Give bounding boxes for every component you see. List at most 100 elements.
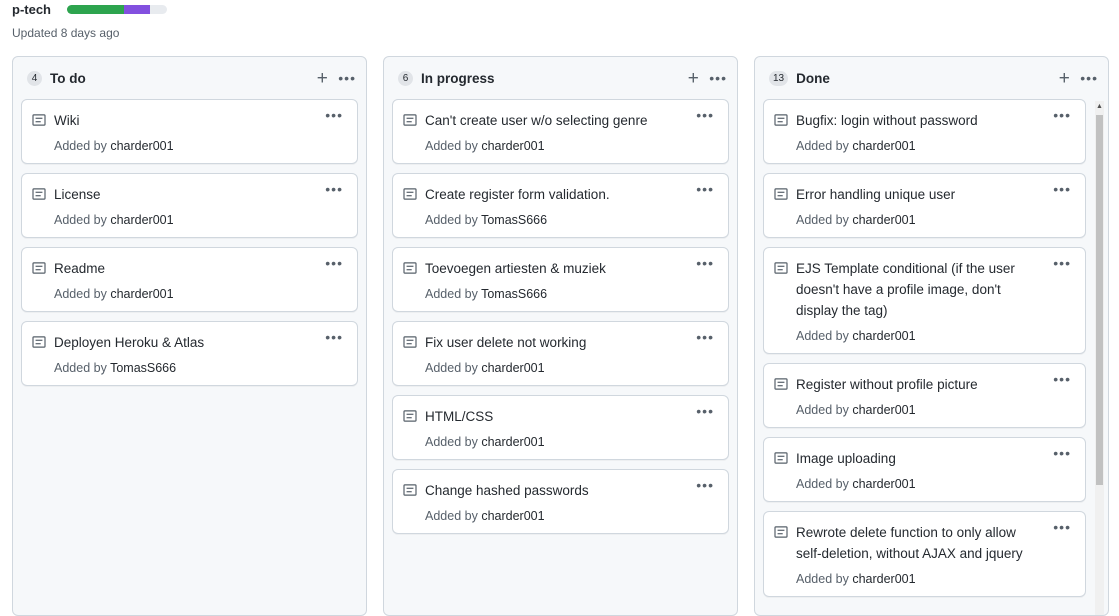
card-title: Readme [54,261,106,276]
card-meta: Added by TomasS666 [425,212,688,228]
note-card[interactable]: Wiki Added by charder001 ••• [21,99,358,164]
scrollbar-thumb[interactable] [1096,115,1103,485]
kebab-menu-icon[interactable]: ••• [325,107,343,123]
note-card[interactable]: License Added by charder001 ••• [21,173,358,238]
kebab-menu-icon[interactable]: ••• [338,70,356,86]
card-author[interactable]: charder001 [852,213,915,227]
card-meta: Added by charder001 [796,402,1045,418]
card-author[interactable]: charder001 [110,287,173,301]
note-card[interactable]: Create register form validation. Added by… [392,173,729,238]
note-icon [403,409,417,422]
kebab-menu-icon[interactable]: ••• [1053,107,1071,123]
kebab-menu-icon[interactable]: ••• [1053,371,1071,387]
added-by-label: Added by [796,213,849,227]
progress-done-segment [67,4,124,14]
kebab-menu-icon[interactable]: ••• [696,477,714,493]
card-title: Register without profile picture [796,377,978,392]
note-card[interactable]: HTML/CSS Added by charder001 ••• [392,395,729,460]
kebab-menu-icon[interactable]: ••• [1080,70,1098,86]
card-author[interactable]: charder001 [852,403,915,417]
note-card[interactable]: Bugfix: login without password Added by c… [763,99,1086,164]
card-meta: Added by TomasS666 [54,360,317,376]
note-card[interactable]: Fix user delete not working Added by char… [392,321,729,386]
card-title: License [54,187,101,202]
note-card[interactable]: Error handling unique user Added by chard… [763,173,1086,238]
card-author[interactable]: charder001 [852,572,915,586]
note-card[interactable]: Change hashed passwords Added by charder0… [392,469,729,534]
kebab-menu-icon[interactable]: ••• [1053,181,1071,197]
card-meta: Added by charder001 [425,434,688,450]
column-card-count: 6 [398,70,413,86]
card-author[interactable]: charder001 [481,435,544,449]
column-card-count: 4 [27,70,42,86]
card-meta: Added by charder001 [796,138,1045,154]
note-card[interactable]: Deployen Heroku & Atlas Added by TomasS66… [21,321,358,386]
project-progress-bar [67,4,167,14]
scroll-up-arrow-icon[interactable]: ▲ [1095,103,1104,111]
note-icon [32,261,46,274]
note-icon [32,335,46,348]
kebab-menu-icon[interactable]: ••• [696,403,714,419]
added-by-label: Added by [796,477,849,491]
card-author[interactable]: charder001 [481,139,544,153]
note-card[interactable]: Toevoegen artiesten & muziek Added by Tom… [392,247,729,312]
note-icon [403,113,417,126]
project-name[interactable]: p-tech [12,2,51,17]
project-board: 4 To do + ••• Wiki Added by charder001 •••… [12,56,1112,616]
note-card[interactable]: Rewrote delete function to only allow se… [763,511,1086,597]
card-meta: Added by charder001 [54,286,317,302]
card-author[interactable]: charder001 [852,329,915,343]
card-author[interactable]: charder001 [110,139,173,153]
kebab-menu-icon[interactable]: ••• [696,181,714,197]
kebab-menu-icon[interactable]: ••• [1053,255,1071,271]
kebab-menu-icon[interactable]: ••• [696,107,714,123]
project-header: p-tech Updated 8 days ago [12,0,1119,48]
card-title: Image uploading [796,451,896,466]
kebab-menu-icon[interactable]: ••• [696,329,714,345]
added-by-label: Added by [54,287,107,301]
card-list: Can't create user w/o selecting genre Add… [392,99,729,615]
note-icon [403,483,417,496]
card-author[interactable]: TomasS666 [110,361,176,375]
note-icon [774,377,788,390]
kebab-menu-icon[interactable]: ••• [325,255,343,271]
note-icon [403,335,417,348]
added-by-label: Added by [425,435,478,449]
card-author[interactable]: TomasS666 [481,213,547,227]
kebab-menu-icon[interactable]: ••• [325,181,343,197]
card-title: Toevoegen artiesten & muziek [425,261,606,276]
card-meta: Added by charder001 [425,138,688,154]
note-icon [774,113,788,126]
plus-icon[interactable]: + [681,69,705,88]
card-meta: Added by TomasS666 [425,286,688,302]
card-meta: Added by charder001 [796,476,1045,492]
card-title: HTML/CSS [425,409,494,424]
kebab-menu-icon[interactable]: ••• [1053,445,1071,461]
plus-icon[interactable]: + [310,69,334,88]
note-card[interactable]: Readme Added by charder001 ••• [21,247,358,312]
added-by-label: Added by [425,287,478,301]
added-by-label: Added by [796,403,849,417]
kebab-menu-icon[interactable]: ••• [709,70,727,86]
kebab-menu-icon[interactable]: ••• [1053,519,1071,535]
card-author[interactable]: charder001 [481,361,544,375]
note-icon [32,187,46,200]
column-card-count: 13 [769,70,789,86]
card-meta: Added by charder001 [54,212,317,228]
plus-icon[interactable]: + [1052,69,1076,88]
note-card[interactable]: Register without profile picture Added by… [763,363,1086,428]
card-author[interactable]: charder001 [481,509,544,523]
card-author[interactable]: charder001 [852,139,915,153]
card-title: Wiki [54,113,80,128]
note-card[interactable]: EJS Template conditional (if the user do… [763,247,1086,354]
note-card[interactable]: Can't create user w/o selecting genre Add… [392,99,729,164]
card-author[interactable]: TomasS666 [481,287,547,301]
vertical-scrollbar[interactable]: ▲ [1095,101,1104,615]
card-author[interactable]: charder001 [110,213,173,227]
note-card[interactable]: Image uploading Added by charder001 ••• [763,437,1086,502]
kebab-menu-icon[interactable]: ••• [325,329,343,345]
kebab-menu-icon[interactable]: ••• [696,255,714,271]
column-to-do: 4 To do + ••• Wiki Added by charder001 •••… [12,56,367,616]
card-author[interactable]: charder001 [852,477,915,491]
added-by-label: Added by [54,361,107,375]
